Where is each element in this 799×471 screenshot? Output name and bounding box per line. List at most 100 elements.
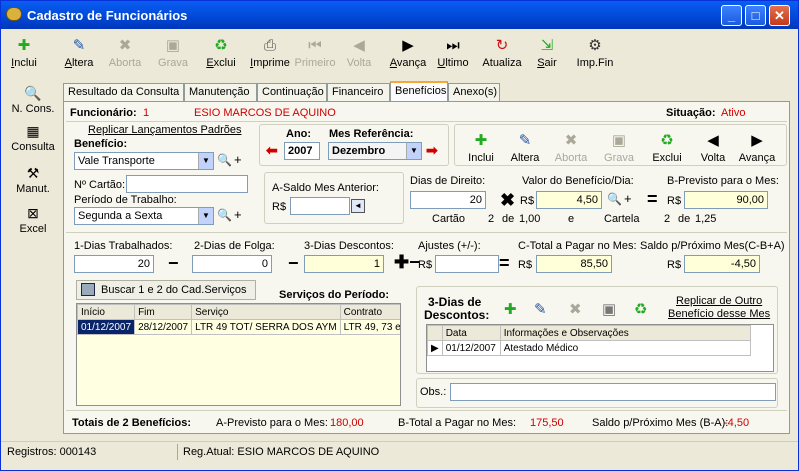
dias-trabalhados-field[interactable]: 20 (74, 255, 154, 273)
next-month-icon[interactable]: ➡ (426, 142, 438, 159)
recycle-icon[interactable]: ♻ (634, 300, 647, 318)
prev-month-icon[interactable]: ⬅ (266, 142, 278, 159)
dias-folga-field[interactable]: 0 (192, 255, 272, 273)
toolbar-imprime-button[interactable]: ⎙ Imprime (247, 37, 293, 69)
inner-avana-button[interactable]: ▶ Avança (736, 132, 778, 164)
descontos-grid[interactable]: Data Informações e Observações ▶ 01/12/2007… (426, 324, 774, 372)
column-header[interactable]: Início (77, 304, 136, 320)
buscar-servicos-label: Buscar 1 e 2 do Cad.Serviços (101, 284, 247, 296)
toolbar-button-label: Grava (158, 57, 188, 69)
accelerator-letter: A (389, 57, 397, 69)
tab-anexos[interactable]: Anexo(s) (448, 83, 500, 101)
column-header[interactable]: Informações e Observações (499, 325, 751, 341)
save-icon: ▣ (611, 132, 627, 149)
periodo-select[interactable]: Segunda a Sexta ▼ (74, 207, 214, 225)
tab-continuao[interactable]: Continuação (257, 83, 327, 101)
inner-grava-button[interactable]: ▣ Grava (598, 132, 640, 164)
replicar-padroes-link[interactable]: Replicar Lançamentos Padrões (88, 124, 241, 136)
ajustes-field[interactable] (435, 255, 499, 273)
inner-exclui-button[interactable]: ♻ Exclui (646, 132, 688, 164)
inner-altera-button[interactable]: ✎ Altera (504, 132, 546, 164)
beneficio-select[interactable]: Vale Transporte ▼ (74, 152, 214, 170)
side-manut-button[interactable]: ⚒ Manut. (3, 165, 63, 195)
search-icon[interactable]: 🔍 (217, 208, 232, 222)
table-header-row: Início Fim Serviço Contrato (77, 304, 400, 320)
inner-aborta-button[interactable]: ✖ Aborta (550, 132, 592, 164)
dias-descontos-field[interactable]: 1 (304, 255, 384, 273)
inner-volta-button[interactable]: ◀ Volta (692, 132, 734, 164)
toolbar-inclui-button[interactable]: ✚ Inclui (9, 37, 39, 69)
side-consulta-button[interactable]: ▦ Consulta (3, 123, 63, 153)
chevron-down-icon[interactable]: ▼ (406, 143, 421, 159)
replicar-outro-link-2[interactable]: Benefício desse Mes (668, 308, 770, 320)
tab-benefcios[interactable]: Benefícios (390, 81, 448, 102)
save-icon[interactable]: ▣ (602, 300, 616, 318)
descontos-table: Data Informações e Observações ▶ 01/12/2007… (427, 325, 751, 356)
minimize-button[interactable]: _ (721, 5, 742, 26)
cancel-icon[interactable]: ✖ (569, 300, 582, 318)
side-excel-button[interactable]: ⊠ Excel (3, 205, 63, 235)
label-rest: Grava (158, 57, 188, 69)
table-cell: 28/12/2007 (134, 319, 193, 335)
valor-dia-field[interactable]: 4,50 (536, 191, 602, 209)
toolbar-grava-button[interactable]: ▣ Grava (153, 37, 193, 69)
plus-icon[interactable]: ✚ (504, 300, 517, 318)
toolbar-impfin-button[interactable]: ⚙ Imp.Fin (571, 37, 619, 69)
search-icon[interactable]: 🔍 (217, 153, 232, 167)
title-bar[interactable]: Cadastro de Funcionários _ □ ✕ (1, 1, 798, 29)
saldo-proximo-field[interactable]: -4,50 (684, 255, 760, 273)
tab-financeiro[interactable]: Financeiro (327, 83, 390, 101)
total-pagar-field[interactable]: 85,50 (536, 255, 612, 273)
toolbar-exclui-button[interactable]: ♻ Exclui (201, 37, 241, 69)
toolbar-altera-button[interactable]: ✎ Altera (59, 37, 99, 69)
chevron-down-icon[interactable]: ▼ (198, 208, 213, 224)
table-cell: 01/12/2007 (441, 340, 501, 356)
close-button[interactable]: ✕ (769, 5, 790, 26)
column-header[interactable]: Data (441, 325, 501, 341)
ano-field[interactable]: 2007 (284, 142, 320, 160)
replicar-outro-link-1[interactable]: Replicar de Outro (676, 295, 762, 307)
search-icon[interactable]: 🔍 (607, 192, 622, 206)
dias-direito-field[interactable]: 20 (410, 191, 486, 209)
add-icon[interactable]: + (624, 191, 632, 206)
toolbar-volta-button[interactable]: ◀ Volta (339, 37, 379, 69)
edit-icon[interactable]: ✎ (534, 300, 547, 318)
side-ncons-button[interactable]: 🔍 N. Cons. (3, 85, 63, 115)
toolbar-ultimo-button[interactable]: ⏭ Ultimo (433, 37, 473, 69)
inner-inclui-button[interactable]: ✚ Inclui (460, 132, 502, 164)
add-icon[interactable]: + (234, 152, 242, 167)
plus-minus-icon: ✚− (394, 252, 420, 272)
toolbar-atualiza-button[interactable]: ↻ Atualiza (477, 37, 527, 69)
cartao-value: 1,00 (519, 213, 541, 225)
chevron-down-icon[interactable]: ▼ (198, 153, 213, 169)
calculate-icon[interactable]: ◄ (351, 199, 365, 213)
servicos-grid[interactable]: Início Fim Serviço Contrato 01/12/2007 28/12/… (76, 303, 401, 406)
toolbar-sair-button[interactable]: ⇲ Sair (529, 37, 565, 69)
servicos-title: Serviços do Período: (279, 289, 390, 301)
obs-field[interactable] (450, 383, 776, 401)
table-row[interactable]: ▶ 01/12/2007 Atestado Médico (427, 340, 751, 356)
label-rest: Volta (346, 57, 372, 69)
tab-resultadodaconsulta[interactable]: Resultado da Consulta (63, 83, 184, 101)
toolbar-primeiro-button[interactable]: ⏮ Primeiro (293, 37, 337, 69)
maximize-button[interactable]: □ (745, 5, 766, 26)
saldo-anterior-field[interactable] (290, 197, 350, 215)
multiply-icon: ✖ (500, 190, 516, 210)
toolbar-avana-button[interactable]: ▶ Avança (385, 37, 431, 69)
accelerator-letter: A (64, 57, 72, 69)
column-header[interactable]: Fim (134, 304, 193, 320)
beneficio-value: Vale Transporte (78, 155, 155, 167)
cartao-field[interactable] (126, 175, 248, 193)
column-header[interactable]: Contrato (339, 304, 400, 320)
column-header[interactable]: Serviço (191, 304, 341, 320)
table-row[interactable]: 01/12/2007 28/12/2007 LTR 49 TOT/ SERRA DO… (77, 319, 400, 335)
mes-select[interactable]: Dezembro ▼ (328, 142, 422, 160)
add-icon[interactable]: + (234, 207, 242, 222)
tab-manuteno[interactable]: Manutenção (184, 83, 257, 101)
previsto-field[interactable]: 90,00 (684, 191, 768, 209)
ano-label: Ano: (286, 128, 312, 140)
toolbar-aborta-button[interactable]: ✖ Aborta (105, 37, 145, 69)
mes-value: Dezembro (332, 145, 386, 157)
employee-header: Funcionário: 1 ESIO MARCOS DE AQUINO Sit… (66, 104, 787, 122)
buscar-servicos-button[interactable]: Buscar 1 e 2 do Cad.Serviços (76, 280, 256, 300)
